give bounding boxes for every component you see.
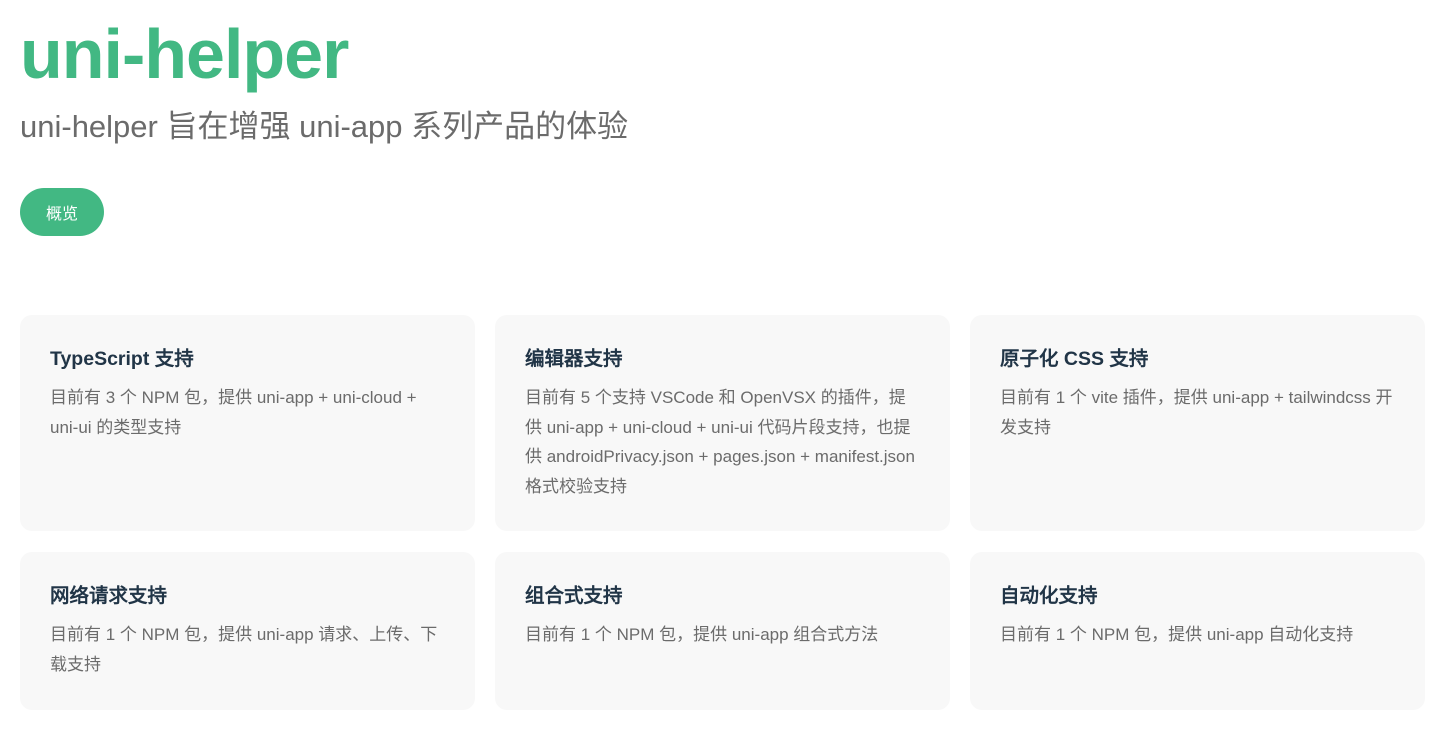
feature-title: 自动化支持: [1000, 585, 1098, 607]
feature-details: 目前有 1 个 NPM 包，提供 uni-app 组合式方法: [525, 625, 879, 644]
feature-card-network: 网络请求支持 目前有 1 个 NPM 包，提供 uni-app 请求、上传、下载…: [20, 552, 475, 710]
feature-title: 组合式支持: [525, 585, 623, 607]
feature-title: 网络请求支持: [50, 585, 168, 607]
feature-details: 目前有 3 个 NPM 包，提供 uni-app + uni-cloud + u…: [50, 388, 417, 437]
feature-title: 编辑器支持: [525, 348, 623, 370]
feature-details: 目前有 1 个 NPM 包，提供 uni-app 请求、上传、下载支持: [50, 625, 438, 674]
feature-card-typescript: TypeScript 支持 目前有 3 个 NPM 包，提供 uni-app +…: [20, 315, 475, 531]
feature-card-editor: 编辑器支持 目前有 5 个支持 VSCode 和 OpenVSX 的插件，提供 …: [495, 315, 950, 531]
home-page: uni-helper uni-helper 旨在增强 uni-app 系列产品的…: [0, 0, 1440, 741]
feature-details: 目前有 1 个 vite 插件，提供 uni-app + tailwindcss…: [1000, 388, 1393, 437]
feature-title: TypeScript 支持: [50, 348, 194, 370]
feature-card-composition: 组合式支持 目前有 1 个 NPM 包，提供 uni-app 组合式方法: [495, 552, 950, 710]
feature-title: 原子化 CSS 支持: [1000, 348, 1149, 370]
feature-details: 目前有 1 个 NPM 包，提供 uni-app 自动化支持: [1000, 625, 1354, 644]
feature-card-automation: 自动化支持 目前有 1 个 NPM 包，提供 uni-app 自动化支持: [970, 552, 1425, 710]
overview-button[interactable]: 概览: [20, 188, 104, 236]
hero-tagline: uni-helper 旨在增强 uni-app 系列产品的体验: [20, 109, 629, 144]
hero-title: uni-helper: [20, 15, 349, 93]
feature-details: 目前有 5 个支持 VSCode 和 OpenVSX 的插件，提供 uni-ap…: [525, 388, 915, 496]
features-grid: TypeScript 支持 目前有 3 个 NPM 包，提供 uni-app +…: [20, 315, 1425, 710]
feature-card-atomic-css: 原子化 CSS 支持 目前有 1 个 vite 插件，提供 uni-app + …: [970, 315, 1425, 531]
